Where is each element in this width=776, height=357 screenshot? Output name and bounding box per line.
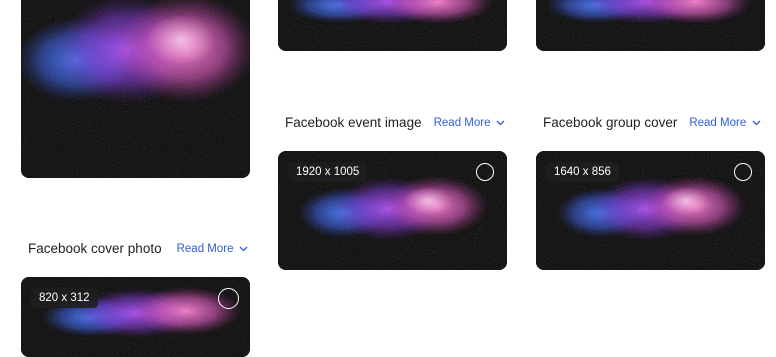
image-card-top-left[interactable] [21,0,250,178]
section-title: Facebook event image [285,115,422,130]
read-more-label: Read More [176,242,234,255]
section-heading-cover-photo: Facebook cover photo Read More [28,241,248,256]
section-heading-group-cover: Facebook group cover Read More [543,115,761,130]
dimensions-badge: 1920 x 1005 [288,162,368,182]
read-more-link[interactable]: Read More [177,243,249,255]
select-circle-icon[interactable] [734,163,752,181]
section-heading-event-image: Facebook event image Read More [285,115,505,130]
powder-art-image [21,0,250,178]
chevron-down-icon [497,120,505,125]
powder-art-image [536,0,765,51]
powder-art-image [278,0,507,51]
dimensions-badge: 1640 x 856 [546,162,619,182]
select-circle-icon[interactable] [218,288,239,309]
chevron-down-icon [752,120,761,125]
image-card-top-middle[interactable] [278,0,507,51]
read-more-link[interactable]: Read More [689,117,761,129]
select-circle-icon[interactable] [476,163,494,181]
read-more-label: Read More [433,116,491,129]
section-title: Facebook group cover [543,115,678,130]
image-card-event-image[interactable]: 1920 x 1005 [278,151,507,270]
image-card-group-cover[interactable]: 1640 x 856 [536,151,765,270]
chevron-down-icon [240,246,248,251]
image-card-top-right[interactable] [536,0,765,51]
read-more-link[interactable]: Read More [434,117,506,129]
image-card-cover-photo[interactable]: 820 x 312 [21,277,250,357]
dimensions-badge: 820 x 312 [31,288,98,308]
read-more-label: Read More [689,116,747,129]
section-title: Facebook cover photo [28,241,162,256]
